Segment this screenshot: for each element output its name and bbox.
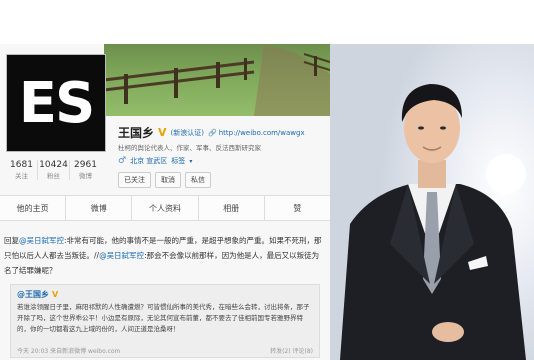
profile-location-row: ♂ 北京 宣武区 标签 ▾ xyxy=(118,156,192,166)
unfollow-button[interactable]: 取消 xyxy=(155,172,181,188)
stat-number: 10424 xyxy=(39,160,68,170)
reposted-original-post: @王国乡 V 若谁涂领腥日子里，麻阳祁默的人性确遭燃？可皆惯仙所事的美代秀，在暗… xyxy=(10,284,320,358)
tab-album[interactable]: 相册 xyxy=(199,196,265,220)
stat-number: 1681 xyxy=(10,160,33,170)
profile-name-row: 王国乡 V (新浪认证) 🔗 http://weibo.com/wawgx xyxy=(118,124,305,141)
certification-label[interactable]: (新浪认证) xyxy=(171,128,204,138)
male-icon: ♂ xyxy=(118,156,127,166)
tab-homepage[interactable]: 他的主页 xyxy=(0,196,67,220)
post-prefix: 回复 xyxy=(4,236,19,245)
stat-followers[interactable]: 10424 粉丝 xyxy=(38,160,70,180)
profile-bio: 杜柯的舆论代表人、作家、军事、反法西斯研究家 xyxy=(118,144,261,152)
stat-label: 粉丝 xyxy=(47,172,60,180)
tag-dropdown[interactable]: 标签 xyxy=(171,156,185,166)
followed-button[interactable]: 已关注 xyxy=(118,172,151,188)
location-text[interactable]: 北京 宣武区 xyxy=(130,156,167,166)
quote-meta-row: 今天 20:03 来自新浪微博 weibo.com 转发(2) 评论(8) xyxy=(17,346,313,355)
link-icon: 🔗 xyxy=(208,128,217,137)
tab-weibo[interactable]: 微博 xyxy=(66,196,133,220)
profile-username: 王国乡 xyxy=(118,126,155,140)
quote-timestamp[interactable]: 今天 20:03 xyxy=(17,348,48,355)
weibo-post-text: 回复@吴日弑军控:非常有可能，他的事情不是一般的严重，是超乎想象的严重。如果不死… xyxy=(4,233,326,278)
profile-nav-tabs: 他的主页 微博 个人资料 相册 赞 xyxy=(0,195,330,221)
quote-header: @王国乡 V xyxy=(17,289,313,300)
tab-likes[interactable]: 赞 xyxy=(265,196,330,220)
profile-avatar[interactable]: ES xyxy=(6,54,106,152)
mention-link[interactable]: @吴日弑军控 xyxy=(99,251,144,260)
stat-posts[interactable]: 2961 微博 xyxy=(70,160,101,180)
tab-profile-info[interactable]: 个人资料 xyxy=(132,196,199,220)
stat-label: 微博 xyxy=(79,172,92,180)
profile-url-link[interactable]: 🔗 http://weibo.com/wawgx xyxy=(208,129,305,137)
quote-body-text: 若谁涂领腥日子里，麻阳祁默的人性确遭燃？可皆惯仙所事的美代秀，在暗些么会转，讨出… xyxy=(17,303,310,333)
stat-label: 关注 xyxy=(15,172,28,180)
profile-url-text: http://weibo.com/wawgx xyxy=(218,128,305,137)
stat-following[interactable]: 1681 关注 xyxy=(6,160,38,180)
verified-badge-icon: V xyxy=(52,290,59,299)
quote-author-link[interactable]: @王国乡 xyxy=(17,289,49,300)
comment-link[interactable]: 评论(8) xyxy=(293,348,314,355)
message-button[interactable]: 私信 xyxy=(185,172,211,188)
weibo-profile-panel: ES 王国乡 V (新浪认证) 🔗 http://weibo.com/wawgx… xyxy=(0,44,330,360)
mention-link[interactable]: @吴日弑军控 xyxy=(19,236,64,245)
verified-badge-icon: V xyxy=(158,126,167,139)
profile-stats: 1681 关注 10424 粉丝 2961 微博 xyxy=(6,160,101,180)
chevron-down-icon: ▾ xyxy=(189,157,193,165)
quote-source: 来自新浪微博 weibo.com xyxy=(50,348,121,355)
profile-cover-image xyxy=(104,44,330,116)
stat-number: 2961 xyxy=(74,160,97,170)
repost-link[interactable]: 转发(2) xyxy=(270,348,291,355)
profile-actions: 已关注 取消 私信 xyxy=(118,172,211,188)
portrait-photo xyxy=(330,44,534,360)
